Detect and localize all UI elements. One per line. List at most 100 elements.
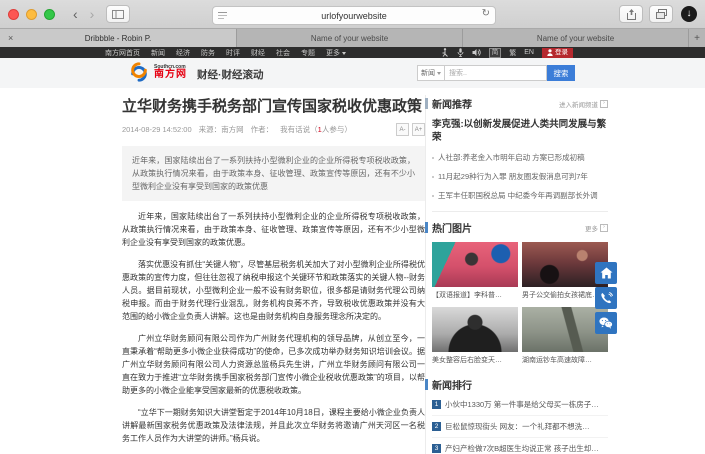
hot-image-3[interactable]: 美女整容后右脸变天… xyxy=(432,307,518,365)
thumbnail-caption: 湖南运钞车高速故障… xyxy=(522,355,608,365)
tab-2[interactable]: Name of your website xyxy=(237,29,463,47)
list-item[interactable]: 11月起29种行为入罪 朋友圈发假消息可判7年 xyxy=(432,167,608,186)
hot-image-1[interactable]: 【双语报道】李科普… xyxy=(432,242,518,300)
more-label: 更多 xyxy=(585,223,598,233)
wechat-icon xyxy=(599,317,613,329)
list-item[interactable]: 王军丰任职国税总局 中纪委今年再调副部长外调 xyxy=(432,186,608,205)
close-window-button[interactable] xyxy=(8,9,19,20)
article-title: 立华财务携手税务部门宣传国家税收优惠政策 xyxy=(122,97,425,117)
share-button[interactable] xyxy=(619,5,643,23)
microphone-icon[interactable] xyxy=(457,48,464,57)
chevron-down-icon xyxy=(437,72,441,75)
search-category-dropdown[interactable]: 新闻 xyxy=(417,65,445,81)
accessibility-icon[interactable] xyxy=(441,48,449,57)
close-tab-icon[interactable]: × xyxy=(8,33,13,43)
thumbnail-image xyxy=(432,307,518,352)
lang-simplified-button[interactable]: 简 xyxy=(489,48,502,58)
section-title: 热门图片 xyxy=(432,220,472,235)
address-bar[interactable]: urlofyourwebsite ↻ xyxy=(212,6,496,25)
ranking-item[interactable]: 1 小伙中1330万 第一件事是给父母买一栋房子… xyxy=(432,394,608,416)
reload-button[interactable]: ↻ xyxy=(482,8,490,19)
ranking-item-text: 巨松鼠惊现街头 网友：一个礼拜都不想洗… xyxy=(445,421,590,432)
phone-icon xyxy=(600,292,613,305)
tab-overview-button[interactable] xyxy=(649,5,673,23)
zoom-window-button[interactable] xyxy=(44,9,55,20)
nav-item-home[interactable]: 南方网首页 xyxy=(105,48,140,58)
nav-item-society[interactable]: 社会 xyxy=(276,48,290,58)
back-button[interactable]: ‹ xyxy=(67,0,84,29)
more-label: 进入新闻频道 xyxy=(559,99,598,109)
tab-3[interactable]: Name of your website xyxy=(463,29,689,47)
speaker-icon[interactable] xyxy=(472,48,481,57)
login-button[interactable]: 登录 xyxy=(542,48,573,58)
site-header: Southcn.com 南方网 财经·财经滚动 新闻 搜索 xyxy=(0,58,705,89)
font-larger-button[interactable]: A+ xyxy=(412,123,425,136)
rank-badge: 3 xyxy=(432,444,441,453)
nav-item-commentary[interactable]: 时评 xyxy=(226,48,240,58)
search-input[interactable] xyxy=(445,65,547,81)
minimize-window-button[interactable] xyxy=(26,9,37,20)
sidebar-icon xyxy=(112,10,124,19)
comment-prefix: 我有话说（ xyxy=(280,125,318,134)
forward-button[interactable]: › xyxy=(84,0,101,29)
home-icon xyxy=(600,267,613,279)
nav-more-label: 更多 xyxy=(326,50,340,57)
nav-item-special[interactable]: 专题 xyxy=(301,48,315,58)
external-link-icon: › xyxy=(600,224,608,232)
article-author-label: 作者： xyxy=(251,124,274,135)
phone-button[interactable] xyxy=(595,287,617,309)
site-nav-tools: 简 繁 EN 登录 xyxy=(441,48,573,58)
section-divider xyxy=(432,211,608,212)
article-source[interactable]: 来源：南方网 xyxy=(199,124,244,135)
nav-item-defense[interactable]: 防务 xyxy=(201,48,215,58)
tab-title: Dribbble - Robin P. xyxy=(85,34,152,43)
southcn-logo-icon xyxy=(128,62,150,82)
article-paragraph: 落实优惠没有抓住“关键人物”，尽管基层税务机关加大了对小型微利企业所得税优惠政策… xyxy=(122,258,425,323)
article-date: 2014-08-29 14:52:00 xyxy=(122,125,192,134)
nav-item-economy[interactable]: 经济 xyxy=(176,48,190,58)
bullet-icon xyxy=(432,176,434,178)
search-category-value: 新闻 xyxy=(421,68,435,78)
recommend-headline[interactable]: 李克强:以创新发展促进人类共同发展与繁荣 xyxy=(432,118,608,144)
ranking-item[interactable]: 3 产妇产检做7次B超医生均说正常 孩子出生却… xyxy=(432,438,608,454)
logo-name: 南方网 xyxy=(154,70,187,80)
article-summary: 近年来，国家陆续出台了一系列扶持小型微利企业的企业所得税专项税收政策，从政策执行… xyxy=(122,146,425,201)
column-divider xyxy=(425,95,426,454)
chevron-down-icon xyxy=(342,52,346,55)
tab-active[interactable]: × Dribbble - Robin P. xyxy=(0,29,237,47)
search-button[interactable]: 搜索 xyxy=(547,65,575,81)
site-logo[interactable]: Southcn.com 南方网 xyxy=(128,62,187,82)
downloads-button[interactable]: ↓ xyxy=(681,6,697,22)
nav-item-news[interactable]: 新闻 xyxy=(151,48,165,58)
hot-images-more-link[interactable]: 更多 › xyxy=(585,223,608,233)
article-meta: 2014-08-29 14:52:00 来源：南方网 作者： 我有话说（1人参与… xyxy=(122,123,425,136)
list-item[interactable]: 人社部:养老金入市明年启动 方案已形成初稿 xyxy=(432,148,608,167)
lang-en-button[interactable]: EN xyxy=(524,49,534,56)
ranking-item[interactable]: 2 巨松鼠惊现街头 网友：一个礼拜都不想洗… xyxy=(432,416,608,438)
lang-traditional-button[interactable]: 繁 xyxy=(509,48,516,58)
home-button[interactable] xyxy=(595,262,617,284)
tab-title: Name of your website xyxy=(537,34,614,43)
enter-news-channel-link[interactable]: 进入新闻频道 › xyxy=(559,99,608,109)
thumbnail-image xyxy=(432,242,518,287)
toolbar-actions: ↓ xyxy=(613,5,697,23)
site-nav: 南方网首页 新闻 经济 防务 时评 财经 社会 专题 更多 简 繁 EN 登录 xyxy=(0,47,705,58)
bullet-icon xyxy=(432,157,434,159)
nav-item-finance[interactable]: 财经 xyxy=(251,48,265,58)
thumbnail-caption: 【双语报道】李科普… xyxy=(432,290,518,300)
rank-badge: 2 xyxy=(432,422,441,431)
comment-suffix: 人参与） xyxy=(322,125,352,134)
nav-item-more[interactable]: 更多 xyxy=(326,48,346,58)
sidebar-toggle-button[interactable] xyxy=(106,5,130,23)
external-link-icon: › xyxy=(600,100,608,108)
section-accent-bar xyxy=(425,379,428,390)
tab-title: Name of your website xyxy=(311,34,388,43)
comment-link[interactable]: 我有话说（1人参与） xyxy=(280,124,352,135)
article-paragraph: 广州立华财务顾问有限公司作为广州财务代理机构的领导品牌，从创立至今，一直秉承着“… xyxy=(122,332,425,397)
new-tab-button[interactable]: + xyxy=(689,29,705,47)
font-smaller-button[interactable]: A- xyxy=(396,123,409,136)
list-item-text: 11月起29种行为入罪 朋友圈发假消息可判7年 xyxy=(438,171,588,182)
sidebar: 新闻推荐 进入新闻频道 › 李克强:以创新发展促进人类共同发展与繁荣 人社部:养… xyxy=(432,88,608,454)
thumbnail-caption: 美女整容后右脸变天… xyxy=(432,355,518,365)
wechat-button[interactable] xyxy=(595,312,617,334)
